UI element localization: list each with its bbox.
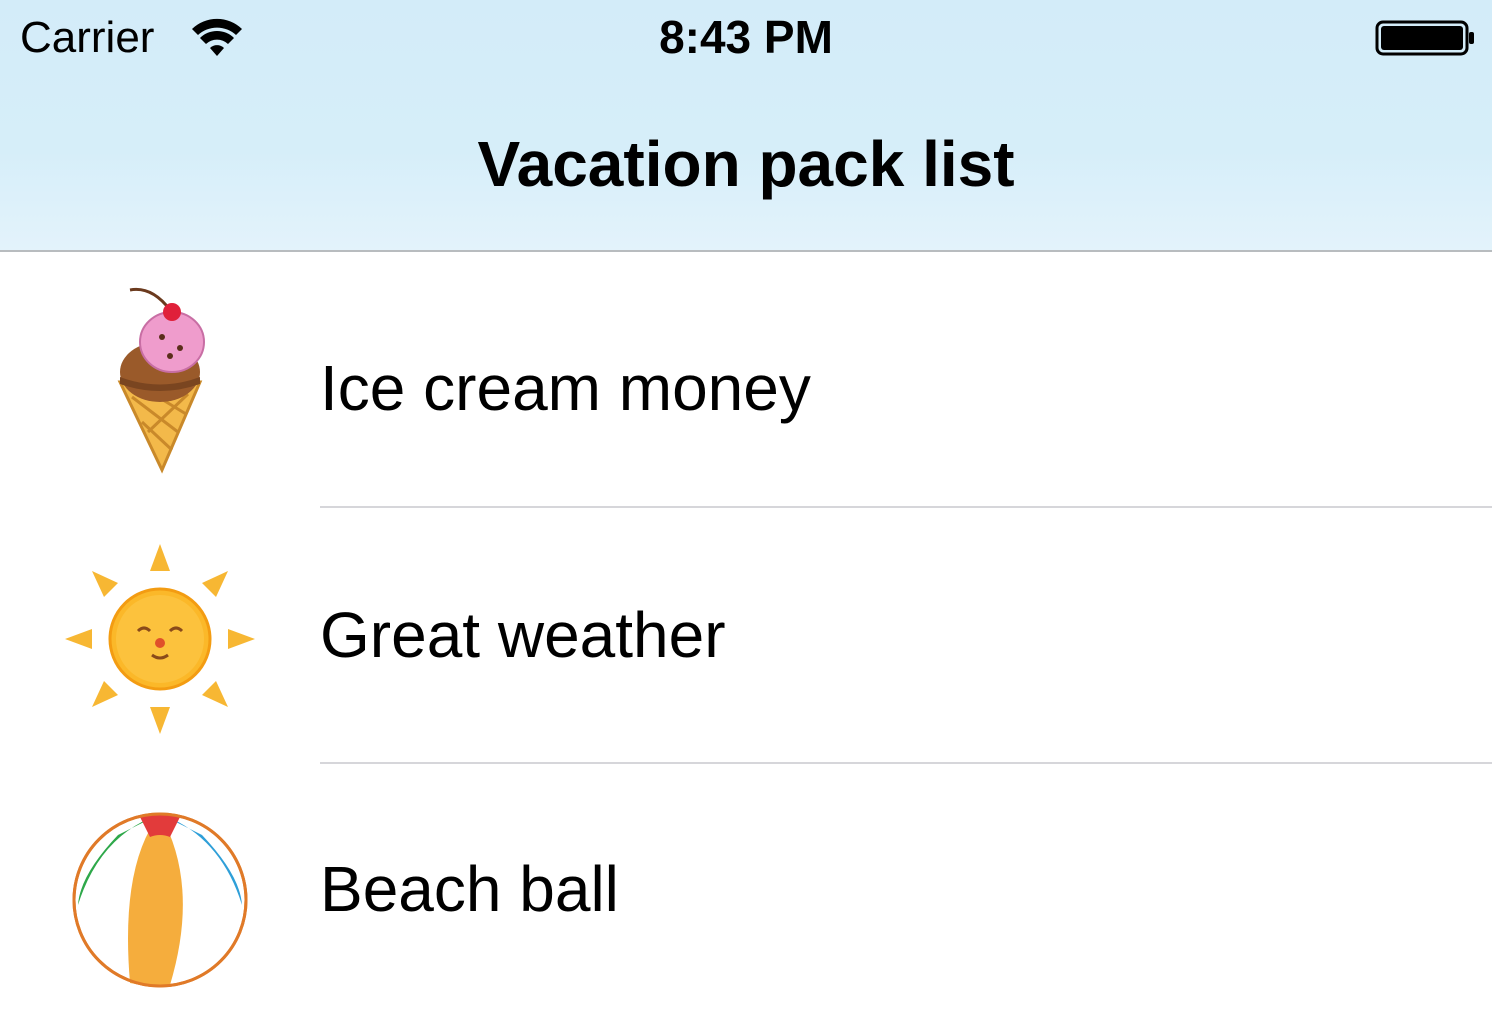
navigation-bar: Carrier 8:43 PM Vacation pack list [0, 0, 1492, 252]
row-separator [320, 506, 1492, 508]
list-item-label: Beach ball [320, 853, 619, 925]
battery-icon [1375, 20, 1474, 56]
ice-cream-icon [117, 287, 205, 474]
list-item[interactable]: Beach ball [0, 765, 1492, 1020]
beach-ball-icon [72, 812, 248, 988]
list-item[interactable]: Great weather [0, 509, 1492, 764]
page-title: Vacation pack list [477, 128, 1015, 200]
sun-icon [65, 544, 255, 734]
status-bar: Carrier 8:43 PM [0, 0, 1492, 80]
row-separator [320, 762, 1492, 764]
list-item-label: Great weather [320, 599, 726, 671]
status-time: 8:43 PM [659, 11, 833, 63]
list-item[interactable]: Ice cream money [0, 254, 1492, 509]
list-item-label: Ice cream money [320, 352, 811, 424]
